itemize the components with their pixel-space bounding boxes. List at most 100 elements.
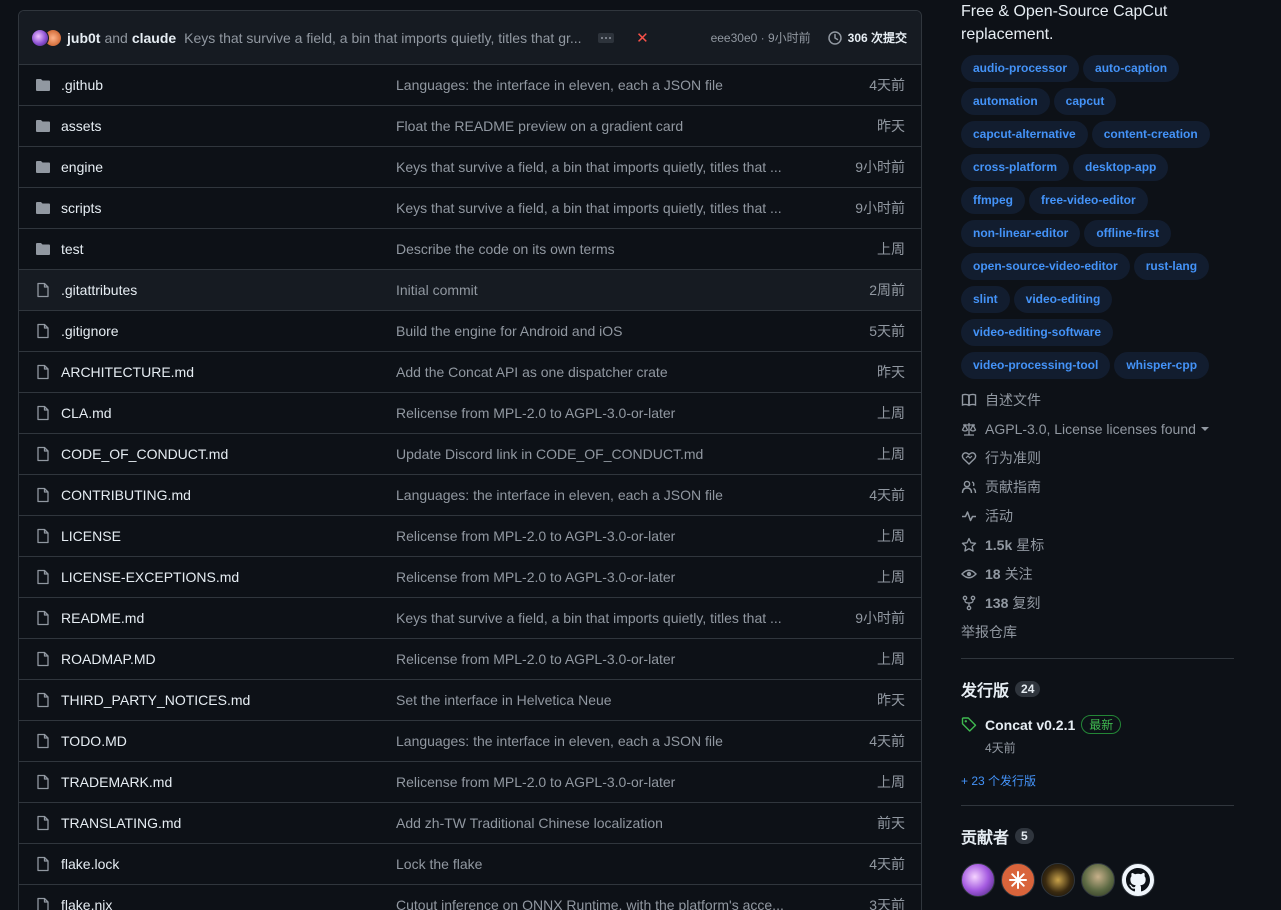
report-repository-link[interactable]: 举报仓库 [961, 617, 1236, 646]
file-commit-message-link[interactable]: Add zh-TW Traditional Chinese localizati… [396, 815, 786, 831]
file-name-link[interactable]: LICENSE-EXCEPTIONS.md [61, 569, 396, 585]
file-row[interactable]: ARCHITECTURE.md Add the Concat API as one… [19, 352, 921, 393]
file-row[interactable]: LICENSE-EXCEPTIONS.md Relicense from MPL-… [19, 557, 921, 598]
commit-hash-time[interactable]: eee30e0 · 9小时前 [711, 29, 811, 46]
file-row[interactable]: CLA.md Relicense from MPL-2.0 to AGPL-3.0… [19, 393, 921, 434]
avatar[interactable] [31, 28, 49, 47]
file-row[interactable]: scripts Keys that survive a field, a bin … [19, 188, 921, 229]
file-commit-message-link[interactable]: Float the README preview on a gradient c… [396, 118, 786, 134]
file-row[interactable]: CONTRIBUTING.md Languages: the interface … [19, 475, 921, 516]
file-commit-message-link[interactable]: Update Discord link in CODE_OF_CONDUCT.m… [396, 446, 786, 462]
file-commit-message-link[interactable]: Relicense from MPL-2.0 to AGPL-3.0-or-la… [396, 774, 786, 790]
topic-tag[interactable]: non-linear-editor [961, 220, 1081, 247]
file-commit-message-link[interactable]: Relicense from MPL-2.0 to AGPL-3.0-or-la… [396, 528, 786, 544]
contributing-link[interactable]: 贡献指南 [961, 472, 1236, 501]
file-row[interactable]: flake.nix Cutout inference on ONNX Runtim… [19, 885, 921, 910]
commit-author-link[interactable]: jub0t [67, 30, 100, 46]
topic-tag[interactable]: automation [961, 88, 1050, 115]
topic-tag[interactable]: video-processing-tool [961, 352, 1111, 379]
topic-tag[interactable]: free-video-editor [1029, 187, 1148, 214]
file-commit-message-link[interactable]: Initial commit [396, 282, 786, 298]
more-releases-link[interactable]: + 23 个发行版 [961, 772, 1236, 789]
file-row[interactable]: ROADMAP.MD Relicense from MPL-2.0 to AGPL… [19, 639, 921, 680]
topic-tag[interactable]: content-creation [1091, 121, 1210, 148]
file-row[interactable]: engine Keys that survive a field, a bin t… [19, 147, 921, 188]
file-name-link[interactable]: .gitignore [61, 323, 396, 339]
file-commit-message-link[interactable]: Keys that survive a field, a bin that im… [396, 200, 786, 216]
license-link[interactable]: AGPL-3.0, License licenses found [961, 414, 1236, 443]
file-commit-message-link[interactable]: Set the interface in Helvetica Neue [396, 692, 786, 708]
topic-tag[interactable]: slint [961, 286, 1010, 313]
releases-heading[interactable]: 发行版 24 [961, 677, 1236, 701]
file-commit-message-link[interactable]: Languages: the interface in eleven, each… [396, 77, 786, 93]
file-name-link[interactable]: assets [61, 118, 396, 134]
file-name-link[interactable]: flake.lock [61, 856, 396, 872]
topic-tag[interactable]: capcut-alternative [961, 121, 1088, 148]
avatar[interactable] [1081, 863, 1115, 897]
topic-tag[interactable]: whisper-cpp [1114, 352, 1210, 379]
commit-avatars[interactable] [31, 27, 65, 49]
contributors-heading[interactable]: 贡献者 5 [961, 824, 1236, 848]
avatar[interactable] [961, 863, 995, 897]
file-row[interactable]: test Describe the code on its own terms 上周 [19, 229, 921, 270]
file-row[interactable]: .gitignore Build the engine for Android a… [19, 311, 921, 352]
file-commit-message-link[interactable]: Lock the flake [396, 856, 786, 872]
file-name-link[interactable]: LICENSE [61, 528, 396, 544]
commit-message-link[interactable]: Keys that survive a field, a bin that im… [184, 30, 584, 46]
watchers-link[interactable]: 18 关注 [961, 559, 1236, 588]
file-commit-message-link[interactable]: Keys that survive a field, a bin that im… [396, 159, 786, 175]
file-row[interactable]: TRANSLATING.md Add zh-TW Traditional Chin… [19, 803, 921, 844]
avatar[interactable] [1001, 863, 1035, 897]
topic-tag[interactable]: ffmpeg [961, 187, 1025, 214]
file-commit-message-link[interactable]: Add the Concat API as one dispatcher cra… [396, 364, 786, 380]
file-name-link[interactable]: THIRD_PARTY_NOTICES.md [61, 692, 396, 708]
file-name-link[interactable]: TODO.MD [61, 733, 396, 749]
file-row[interactable]: THIRD_PARTY_NOTICES.md Set the interface … [19, 680, 921, 721]
file-commit-message-link[interactable]: Build the engine for Android and iOS [396, 323, 786, 339]
stars-link[interactable]: 1.5k 星标 [961, 530, 1236, 559]
topic-tag[interactable]: auto-caption [1083, 55, 1180, 82]
topic-tag[interactable]: capcut [1053, 88, 1117, 115]
code-of-conduct-link[interactable]: 行为准则 [961, 443, 1236, 472]
file-name-link[interactable]: ROADMAP.MD [61, 651, 396, 667]
file-row[interactable]: .github Languages: the interface in eleve… [19, 65, 921, 106]
failed-status-icon[interactable]: ✕ [636, 29, 649, 47]
file-row[interactable]: flake.lock Lock the flake 4天前 [19, 844, 921, 885]
file-row[interactable]: TRADEMARK.md Relicense from MPL-2.0 to AG… [19, 762, 921, 803]
file-row[interactable]: .gitattributes Initial commit 2周前 [19, 270, 921, 311]
readme-link[interactable]: 自述文件 [961, 385, 1236, 414]
file-row[interactable]: TODO.MD Languages: the interface in eleve… [19, 721, 921, 762]
file-row[interactable]: README.md Keys that survive a field, a bi… [19, 598, 921, 639]
file-name-link[interactable]: CODE_OF_CONDUCT.md [61, 446, 396, 462]
topic-tag[interactable]: video-editing [1013, 286, 1113, 313]
file-name-link[interactable]: TRADEMARK.md [61, 774, 396, 790]
avatar[interactable] [1041, 863, 1075, 897]
file-name-link[interactable]: ARCHITECTURE.md [61, 364, 396, 380]
file-commit-message-link[interactable]: Describe the code on its own terms [396, 241, 786, 257]
file-name-link[interactable]: CONTRIBUTING.md [61, 487, 396, 503]
file-name-link[interactable]: .github [61, 77, 396, 93]
commit-coauthor-link[interactable]: claude [132, 30, 176, 46]
file-commit-message-link[interactable]: Relicense from MPL-2.0 to AGPL-3.0-or-la… [396, 569, 786, 585]
file-row[interactable]: assets Float the README preview on a grad… [19, 106, 921, 147]
file-name-link[interactable]: README.md [61, 610, 396, 626]
file-row[interactable]: CODE_OF_CONDUCT.md Update Discord link in… [19, 434, 921, 475]
avatar[interactable] [1121, 863, 1155, 897]
file-commit-message-link[interactable]: Languages: the interface in eleven, each… [396, 487, 786, 503]
commit-history-link[interactable]: 306 次提交 [827, 29, 907, 46]
topic-tag[interactable]: cross-platform [961, 154, 1070, 181]
file-name-link[interactable]: CLA.md [61, 405, 396, 421]
forks-link[interactable]: 138 复刻 [961, 588, 1236, 617]
file-name-link[interactable]: flake.nix [61, 897, 396, 910]
latest-release[interactable]: Concat v0.2.1 最新 4天前 [961, 715, 1236, 756]
activity-link[interactable]: 活动 [961, 501, 1236, 530]
file-name-link[interactable]: TRANSLATING.md [61, 815, 396, 831]
topic-tag[interactable]: video-editing-software [961, 319, 1114, 346]
file-commit-message-link[interactable]: Relicense from MPL-2.0 to AGPL-3.0-or-la… [396, 651, 786, 667]
topic-tag[interactable]: offline-first [1084, 220, 1172, 247]
file-row[interactable]: LICENSE Relicense from MPL-2.0 to AGPL-3.… [19, 516, 921, 557]
topic-tag[interactable]: desktop-app [1073, 154, 1169, 181]
file-commit-message-link[interactable]: Languages: the interface in eleven, each… [396, 733, 786, 749]
file-name-link[interactable]: .gitattributes [61, 282, 396, 298]
file-name-link[interactable]: scripts [61, 200, 396, 216]
